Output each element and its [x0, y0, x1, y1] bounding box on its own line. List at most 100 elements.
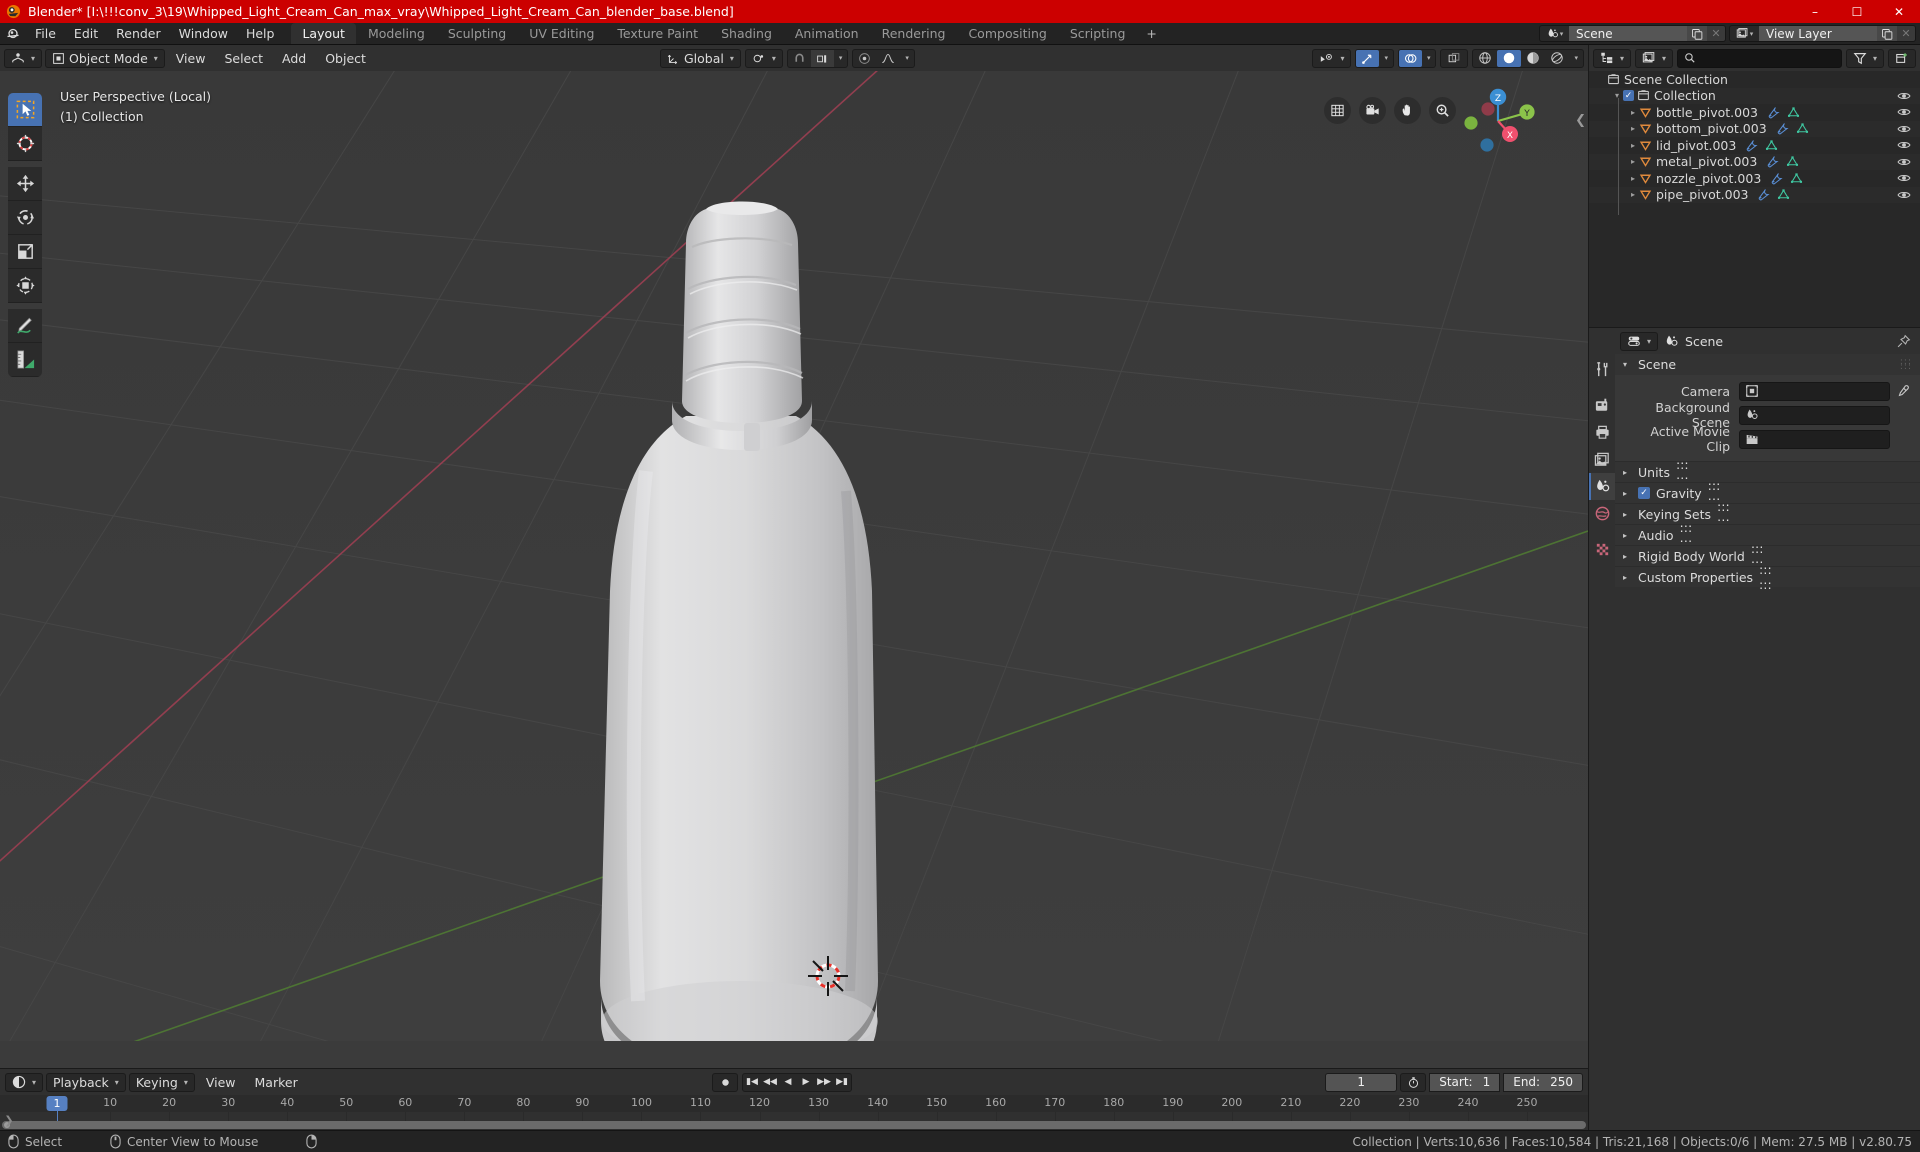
mesh-data-icon[interactable]: [1765, 139, 1778, 152]
visibility-eye-icon[interactable]: [1897, 105, 1911, 119]
scene-new-icon[interactable]: [1687, 25, 1707, 42]
pivot-point-dropdown[interactable]: ▾: [744, 48, 783, 68]
tool-tab[interactable]: [1589, 356, 1615, 383]
transform-tool[interactable]: [8, 269, 42, 303]
blender-menu-icon[interactable]: [0, 23, 26, 44]
visibility-eye-icon[interactable]: [1897, 171, 1911, 185]
active-movie-clip-field[interactable]: [1739, 429, 1890, 449]
properties-panel-custom-properties[interactable]: ▸ Custom Properties::::::: [1615, 562, 1920, 592]
falloff-caret[interactable]: ▾: [900, 50, 914, 67]
timeline-menu-view[interactable]: View: [198, 1073, 244, 1092]
show-overlays-icon[interactable]: [1398, 49, 1422, 67]
timeline-menu-marker[interactable]: Marker: [247, 1073, 306, 1092]
view-layer-name-field[interactable]: View Layer: [1759, 25, 1877, 42]
outliner-expander-icon[interactable]: ▸: [1627, 174, 1639, 183]
timeline-left-gutter[interactable]: ❯: [0, 1112, 18, 1127]
properties-panel-audio[interactable]: ▸ Audio::::::: [1615, 520, 1920, 550]
measure-tool[interactable]: [8, 343, 42, 377]
xray-toggle[interactable]: [1440, 48, 1469, 68]
chevron-right-icon[interactable]: ▸: [1623, 489, 1632, 498]
select-box-tool[interactable]: [8, 93, 42, 127]
visibility-eye-icon[interactable]: [1897, 138, 1911, 152]
outliner-row-metal-pivot-003[interactable]: ▸ metal_pivot.003: [1589, 153, 1920, 170]
mesh-data-icon[interactable]: [1790, 172, 1803, 185]
cursor-tool[interactable]: [8, 127, 42, 161]
rendered-shading-icon[interactable]: [1545, 50, 1569, 67]
timeline-editor-type-button[interactable]: ▾: [5, 1072, 44, 1092]
outliner-expander-icon[interactable]: ▸: [1627, 190, 1639, 199]
scene-selector[interactable]: ▾ Scene ✕: [1539, 25, 1726, 42]
3d-viewport[interactable]: User Perspective (Local) (1) Collection: [0, 71, 1588, 1068]
snap-magnet-icon[interactable]: [788, 50, 811, 67]
menu-file[interactable]: File: [26, 23, 65, 44]
view-layer-tab[interactable]: [1589, 446, 1615, 473]
camera-field[interactable]: [1739, 381, 1890, 401]
solid-shading-icon[interactable]: [1497, 49, 1522, 67]
outliner-row-bottle-pivot-003[interactable]: ▸ bottle_pivot.003: [1589, 104, 1920, 121]
pin-icon[interactable]: [1896, 334, 1915, 349]
outliner-tree[interactable]: Scene Collection ▾ ✓ Collection ▸ bottle_pivo…: [1589, 71, 1920, 327]
zoom-view-icon[interactable]: [1429, 97, 1456, 124]
jump-to-start-button[interactable]: ▮◀: [743, 1074, 761, 1091]
modifier-wrench-icon[interactable]: [1767, 106, 1780, 119]
add-workspace-button[interactable]: +: [1137, 23, 1165, 44]
view-layer-browse-icon[interactable]: ▾: [1729, 25, 1759, 42]
timeline-body[interactable]: 10 20 30 40 50 60 70 80 90 100 110 120 130 140 150 160 1…: [0, 1095, 1588, 1130]
play-reverse-button[interactable]: ◀: [779, 1074, 797, 1091]
start-frame-field[interactable]: Start: 1: [1429, 1072, 1501, 1092]
chevron-right-icon[interactable]: ▸: [1623, 531, 1632, 540]
snap-caret[interactable]: ▾: [834, 50, 848, 67]
outliner-row-nozzle-pivot-003[interactable]: ▸ nozzle_pivot.003: [1589, 170, 1920, 187]
minimize-button[interactable]: –: [1794, 0, 1836, 23]
play-button[interactable]: ▶: [797, 1074, 815, 1091]
object-visibility-dropdown[interactable]: ▾: [1312, 48, 1352, 68]
timeline-scrollbar[interactable]: [2, 1121, 1586, 1129]
outliner-row-bottom-pivot-003[interactable]: ▸ bottom_pivot.003: [1589, 120, 1920, 137]
outliner-editor-type-button[interactable]: ▾: [1593, 48, 1632, 68]
show-gizmo-icon[interactable]: [1356, 49, 1380, 67]
end-frame-field[interactable]: End: 250: [1503, 1072, 1583, 1092]
shading-caret[interactable]: ▾: [1569, 50, 1583, 67]
tab-compositing[interactable]: Compositing: [957, 23, 1057, 44]
camera-view-icon[interactable]: [1359, 97, 1386, 124]
snap-target-icon[interactable]: [810, 49, 834, 67]
viewport-menu-object[interactable]: Object: [317, 49, 374, 68]
tab-layout[interactable]: Layout: [291, 23, 356, 44]
mesh-data-icon[interactable]: [1796, 122, 1809, 135]
proportional-edit-icon[interactable]: [853, 50, 876, 67]
use-preview-range-button[interactable]: [1400, 1072, 1427, 1092]
auto-keying-button[interactable]: [712, 1072, 738, 1092]
navigation-gizmo[interactable]: Z Y X: [1460, 83, 1536, 159]
panel-checkbox[interactable]: ✓: [1638, 487, 1650, 499]
menu-window[interactable]: Window: [170, 23, 237, 44]
outliner-filter-button[interactable]: ▾: [1845, 48, 1884, 68]
properties-editor-type-button[interactable]: ▾: [1620, 331, 1659, 351]
falloff-curve-icon[interactable]: [876, 50, 900, 67]
chevron-right-icon[interactable]: ▸: [1623, 468, 1632, 477]
outliner-expander-icon[interactable]: ▸: [1627, 141, 1639, 150]
chevron-right-icon[interactable]: ▸: [1623, 510, 1632, 519]
outliner-checkbox[interactable]: ✓: [1623, 90, 1634, 102]
outliner-new-collection-button[interactable]: [1888, 48, 1916, 68]
chevron-right-icon[interactable]: ▸: [1623, 573, 1632, 582]
render-tab[interactable]: [1589, 392, 1615, 419]
playback-dropdown[interactable]: Playback ▾: [46, 1072, 126, 1092]
next-keyframe-button[interactable]: ▶▶: [815, 1074, 833, 1091]
viewport-menu-select[interactable]: Select: [216, 49, 271, 68]
maximize-button[interactable]: ☐: [1836, 0, 1878, 23]
mesh-data-icon[interactable]: [1777, 188, 1790, 201]
jump-to-end-button[interactable]: ▶▮: [833, 1074, 851, 1091]
properties-panel-units[interactable]: ▸ Units::::::: [1615, 457, 1920, 487]
current-frame-field[interactable]: 1: [1325, 1072, 1398, 1092]
editor-type-button[interactable]: ▾: [4, 48, 43, 68]
close-button[interactable]: ✕: [1878, 0, 1920, 23]
outliner-row-lid-pivot-003[interactable]: ▸ lid_pivot.003: [1589, 137, 1920, 154]
modifier-wrench-icon[interactable]: [1766, 155, 1779, 168]
keying-dropdown[interactable]: Keying ▾: [128, 1072, 195, 1092]
outliner-search-input[interactable]: [1677, 48, 1842, 68]
menu-edit[interactable]: Edit: [65, 23, 107, 44]
visibility-eye-icon[interactable]: [1897, 155, 1911, 169]
wireframe-shading-icon[interactable]: [1473, 50, 1497, 67]
tab-shading[interactable]: Shading: [710, 23, 783, 44]
visibility-eye-icon[interactable]: [1897, 188, 1911, 202]
